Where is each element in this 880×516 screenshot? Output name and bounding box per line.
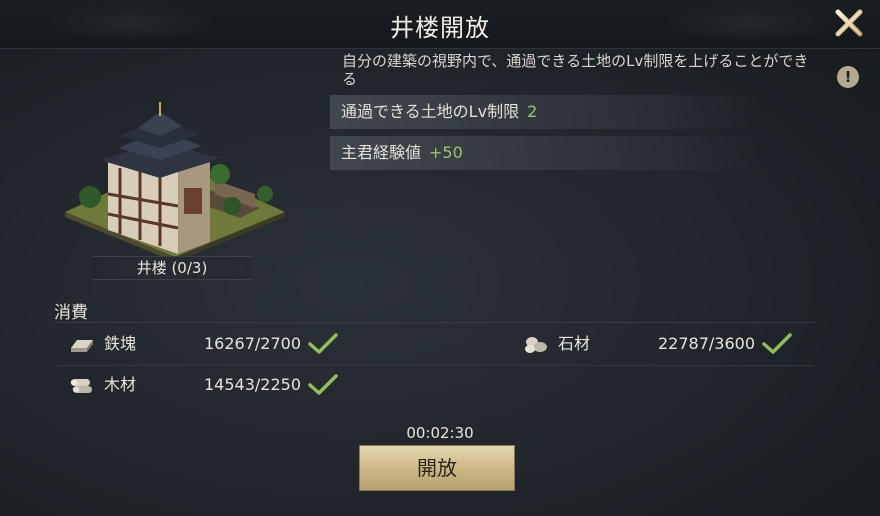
stat-row-lord-exp: 主君経験値 +50 — [330, 136, 760, 170]
stone-icon — [525, 337, 547, 353]
resource-amount: 14543/2250 — [204, 375, 302, 394]
resource-iron: 鉄塊 16267/2700 — [68, 329, 368, 359]
dialog-description: 自分の建築の視野内で、通過できる土地のLv制限を上げることができる — [342, 52, 809, 88]
divider — [54, 365, 814, 366]
cost-title: 消費 — [54, 303, 88, 323]
stat-value: +50 — [429, 143, 463, 162]
checkmark-icon — [308, 374, 338, 395]
stat-label: 通過できる土地のLv制限 — [341, 102, 520, 121]
checkmark-icon — [308, 333, 338, 354]
close-x-icon — [835, 9, 863, 37]
watchtower-building-illustration — [65, 102, 285, 262]
resource-name: 鉄塊 — [104, 334, 137, 353]
dialog-title: 井楼開放 — [390, 14, 490, 42]
open-button[interactable]: 開放 — [359, 445, 515, 491]
checkmark-icon — [762, 333, 792, 354]
resource-amount: 16267/2700 — [204, 334, 302, 353]
resource-name: 木材 — [104, 375, 137, 394]
close-button[interactable] — [834, 8, 864, 38]
stat-row-land-level: 通過できる土地のLv制限 2 — [330, 95, 760, 129]
iron-ingot-icon — [71, 340, 93, 352]
title-bar: 井楼開放 — [0, 0, 880, 49]
resource-stone: 石材 22787/3600 — [522, 329, 822, 359]
resource-wood: 木材 14543/2250 — [68, 370, 368, 400]
resource-amount: 22787/3600 — [658, 334, 756, 353]
stat-value: 2 — [527, 102, 538, 121]
stat-label: 主君経験値 — [341, 143, 422, 162]
wood-logs-icon — [70, 379, 92, 393]
building-name-label: 井楼 (0/3) — [92, 256, 252, 280]
resource-name: 石材 — [558, 334, 591, 353]
timer: 00:02:30 — [406, 424, 474, 442]
divider — [54, 322, 814, 323]
info-button[interactable]: ! — [837, 66, 859, 88]
